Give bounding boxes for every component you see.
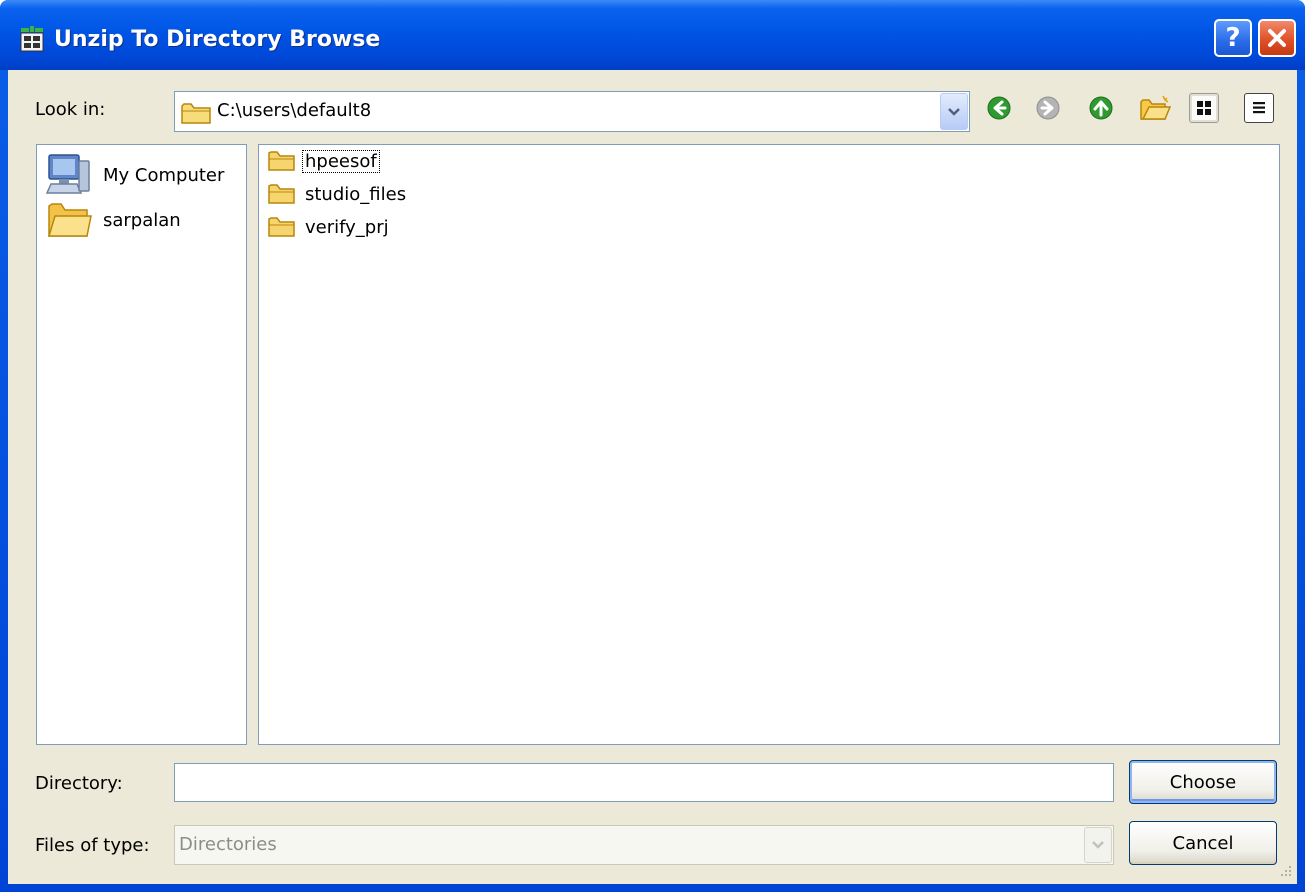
look-in-dropdown-button[interactable] bbox=[940, 93, 968, 130]
choose-button[interactable]: Choose bbox=[1129, 760, 1277, 804]
title-bar[interactable]: Unzip To Directory Browse ? bbox=[0, 0, 1305, 70]
list-view-button[interactable] bbox=[1189, 93, 1219, 123]
dialog-client: Look in: C:\users\default8 My Computer s… bbox=[8, 70, 1297, 884]
new-folder-icon[interactable] bbox=[1139, 94, 1171, 122]
list-item[interactable]: verify_prj bbox=[267, 211, 391, 243]
list-item[interactable]: hpeesof bbox=[267, 145, 380, 177]
list-item-label: hpeesof bbox=[302, 149, 380, 173]
folder-icon bbox=[47, 203, 92, 237]
sidebar-item-my-computer[interactable]: My Computer bbox=[45, 151, 224, 199]
app-icon bbox=[20, 26, 44, 52]
chevron-down-icon bbox=[1092, 841, 1104, 849]
directory-input[interactable] bbox=[174, 763, 1114, 802]
folder-icon bbox=[268, 217, 295, 237]
resize-grip-icon[interactable] bbox=[1275, 862, 1293, 880]
folder-icon bbox=[181, 103, 211, 124]
look-in-value: C:\users\default8 bbox=[217, 100, 372, 121]
up-folder-icon[interactable] bbox=[1087, 94, 1115, 122]
look-in-label: Look in: bbox=[35, 99, 106, 120]
list-item-label: studio_files bbox=[305, 183, 407, 205]
folder-icon bbox=[268, 151, 295, 171]
list-item[interactable]: studio_files bbox=[267, 178, 408, 210]
dialog-window: Unzip To Directory Browse ? Look in: C:\… bbox=[0, 0, 1305, 892]
window-title: Unzip To Directory Browse bbox=[54, 27, 381, 52]
file-list[interactable]: hpeesof studio_files verify_prj bbox=[258, 144, 1280, 745]
help-button[interactable]: ? bbox=[1214, 19, 1252, 57]
files-of-type-value: Directories bbox=[179, 834, 277, 855]
details-view-button[interactable] bbox=[1244, 93, 1274, 123]
forward-icon[interactable] bbox=[1034, 94, 1062, 122]
computer-icon bbox=[45, 154, 90, 194]
folder-icon bbox=[268, 184, 295, 204]
close-button[interactable] bbox=[1258, 19, 1296, 57]
directory-label: Directory: bbox=[35, 773, 123, 794]
files-of-type-combo[interactable]: Directories bbox=[174, 825, 1114, 865]
sidebar-item-sarpalan[interactable]: sarpalan bbox=[45, 198, 181, 242]
files-of-type-dropdown-button[interactable] bbox=[1084, 827, 1112, 863]
list-view-icon bbox=[1197, 101, 1211, 115]
files-of-type-label: Files of type: bbox=[35, 835, 150, 856]
look-in-combo[interactable]: C:\users\default8 bbox=[174, 91, 970, 132]
chevron-down-icon bbox=[948, 107, 960, 116]
back-icon[interactable] bbox=[985, 94, 1013, 122]
close-icon bbox=[1268, 29, 1286, 47]
sidebar-item-label: sarpalan bbox=[103, 209, 181, 231]
places-sidebar: My Computer sarpalan bbox=[36, 144, 247, 745]
list-item-label: verify_prj bbox=[305, 216, 389, 238]
sidebar-item-label: My Computer bbox=[103, 164, 225, 186]
details-view-icon bbox=[1253, 102, 1265, 114]
cancel-button[interactable]: Cancel bbox=[1129, 821, 1277, 865]
